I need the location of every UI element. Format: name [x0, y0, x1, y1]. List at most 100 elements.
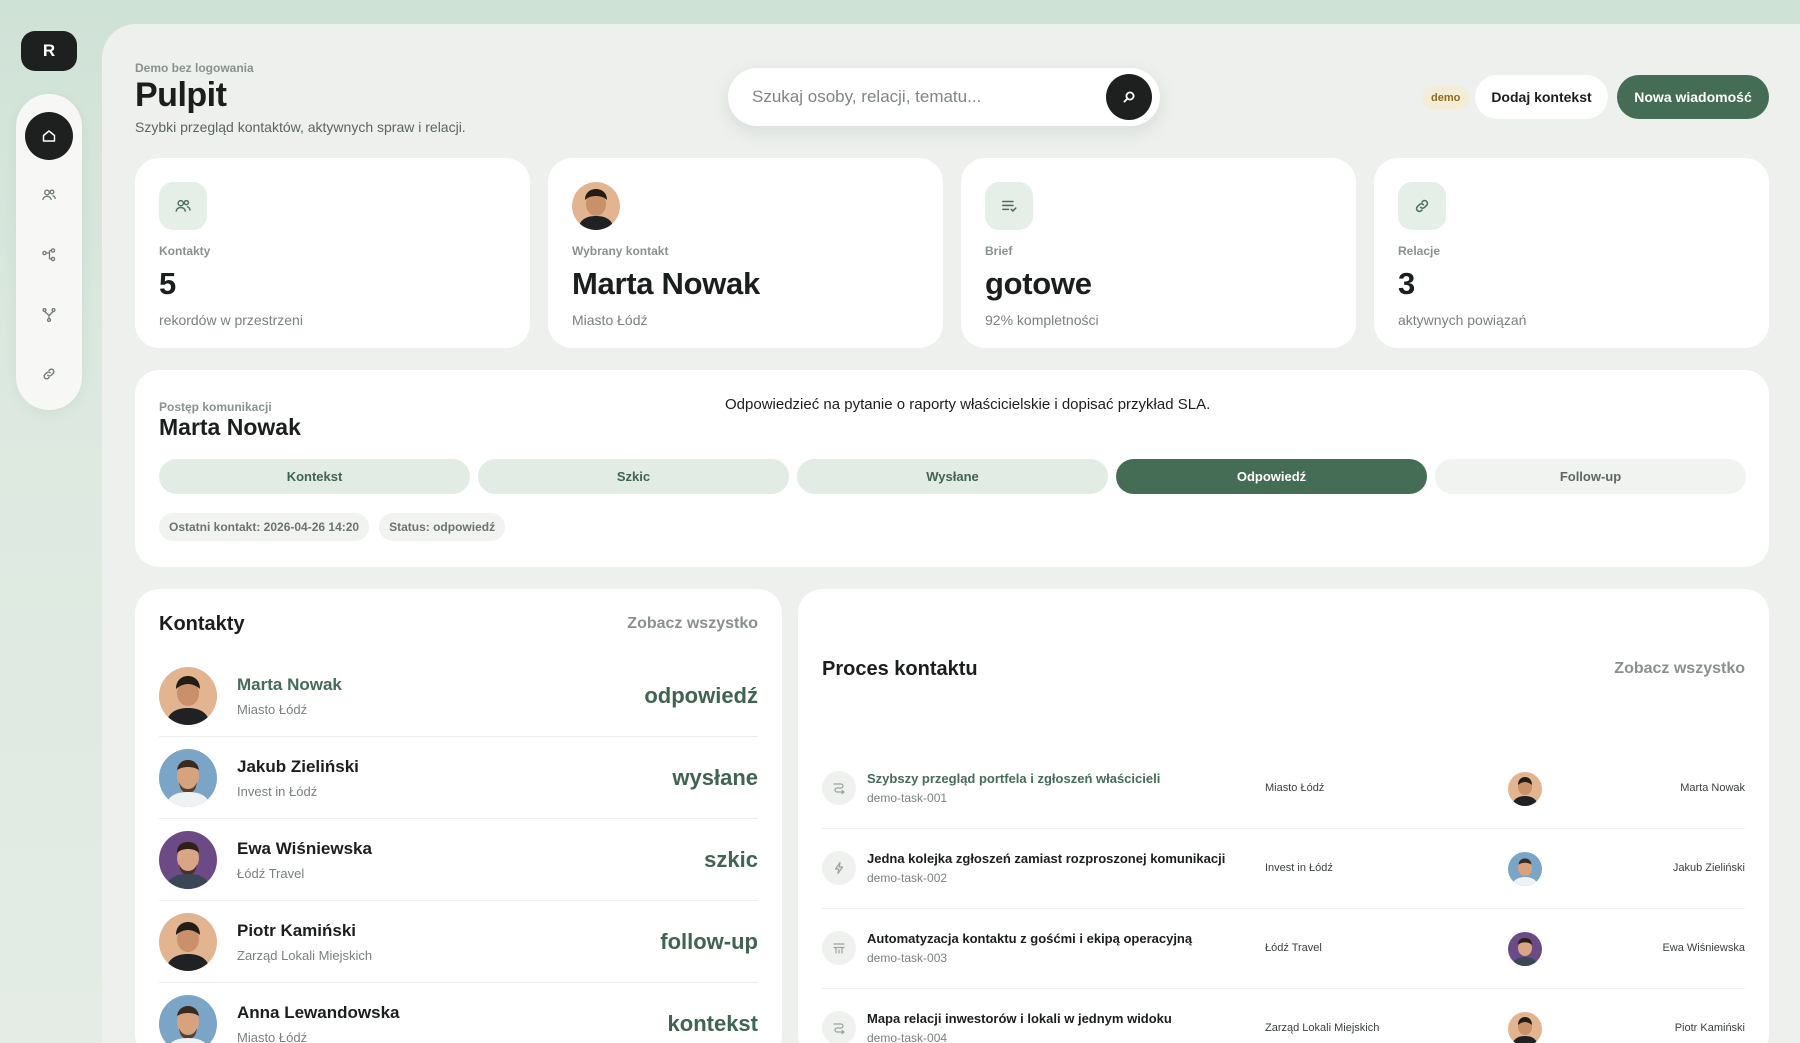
- search-bar: [728, 68, 1160, 126]
- link-icon: [1415, 199, 1429, 213]
- progress-note: Odpowiedzieć na pytanie o raporty właści…: [725, 396, 1211, 413]
- nav-pipeline[interactable]: [25, 291, 73, 339]
- step-draft[interactable]: Szkic: [478, 459, 789, 494]
- step-sent[interactable]: Wysłane: [797, 459, 1108, 494]
- demo-badge: demo: [1422, 86, 1470, 110]
- search-icon: [1123, 91, 1135, 103]
- kpi-subtitle: aktywnych powiązań: [1398, 312, 1527, 328]
- contact-status: wysłane: [672, 764, 758, 790]
- sidebar-nav: [16, 94, 82, 410]
- contact-row[interactable]: Marta Nowak Miasto Łódź odpowiedź: [159, 655, 758, 737]
- process-icon: [822, 931, 856, 965]
- process-person: Ewa Wiśniewska: [1662, 942, 1745, 954]
- step-context[interactable]: Kontekst: [159, 459, 470, 494]
- status-chip: Status: odpowiedź: [379, 513, 506, 541]
- table-row[interactable]: Mapa relacji inwestorów i lokali w jedny…: [822, 989, 1745, 1043]
- kpi-label: Kontakty: [159, 244, 211, 258]
- kpi-card-relations[interactable]: Relacje 3 aktywnych powiązań: [1374, 158, 1769, 348]
- avatar: [572, 182, 620, 230]
- table-row[interactable]: Jedna kolejka zgłoszeń zamiast rozproszo…: [822, 829, 1745, 909]
- avatar: [1508, 1012, 1542, 1043]
- process-task-id: demo-task-001: [867, 791, 948, 805]
- kpi-card-brief[interactable]: Brief gotowe 92% kompletności: [961, 158, 1356, 348]
- kpi-card-selected-contact[interactable]: Wybrany kontakt Marta Nowak Miasto Łódź: [548, 158, 943, 348]
- step-follow-up[interactable]: Follow-up: [1435, 459, 1746, 494]
- kpi-value: 5: [159, 266, 176, 301]
- table-row[interactable]: Szybszy przegląd portfela i zgłoszeń wła…: [822, 749, 1745, 829]
- contact-org: Miasto Łódź: [237, 1029, 308, 1043]
- nav-contacts[interactable]: [25, 172, 73, 220]
- nav-home[interactable]: [25, 112, 73, 160]
- contact-name: Jakub Zieliński: [237, 756, 359, 776]
- contact-process-card: Proces kontaktu Zobacz wszystko Szybszy …: [798, 589, 1769, 1043]
- contact-list: Marta Nowak Miasto Łódź odpowiedź Jakub …: [159, 655, 758, 1043]
- process-task-id: demo-task-002: [867, 871, 948, 885]
- avatar: [159, 912, 217, 971]
- process-task-title: Jedna kolejka zgłoszeń zamiast rozproszo…: [867, 851, 1226, 866]
- avatar: [159, 666, 217, 725]
- avatar: [159, 830, 217, 889]
- process-person: Jakub Zieliński: [1672, 862, 1745, 874]
- home-icon: [42, 130, 56, 142]
- progress-eyebrow: Postęp komunikacji: [159, 400, 272, 414]
- kpi-subtitle: rekordów w przestrzeni: [159, 312, 303, 328]
- contact-row[interactable]: Jakub Zieliński Invest in Łódź wysłane: [159, 737, 758, 819]
- contact-name: Ewa Wiśniewska: [237, 838, 372, 858]
- progress-meta: Ostatni kontakt: 2026-04-26 14:20 Status…: [159, 513, 506, 541]
- share-icon: [42, 248, 56, 262]
- avatar: [1508, 772, 1542, 806]
- contact-name: Piotr Kamiński: [237, 920, 357, 940]
- avatar: [159, 994, 217, 1043]
- process-task-title: Automatyzacja kontaktu z gośćmi i ekipą …: [867, 931, 1193, 946]
- step-reply[interactable]: Odpowiedź: [1116, 459, 1427, 494]
- route-icon: [833, 1023, 845, 1035]
- contact-row[interactable]: Piotr Kamiński Zarząd Lokali Miejskich f…: [159, 901, 758, 983]
- avatar: [1508, 932, 1542, 966]
- contact-org: Zarząd Lokali Miejskich: [237, 947, 373, 963]
- process-org: Łódź Travel: [1265, 942, 1322, 954]
- add-context-button[interactable]: Dodaj kontekst: [1475, 75, 1608, 119]
- process-task-title: Mapa relacji inwestorów i lokali w jedny…: [867, 1011, 1172, 1026]
- kpi-subtitle: 92% kompletności: [985, 312, 1099, 328]
- kpi-value: gotowe: [985, 266, 1092, 301]
- new-message-button[interactable]: Nowa wiadomość: [1617, 75, 1769, 119]
- users-icon: [175, 199, 191, 212]
- page-subtitle: Szybki przegląd kontaktów, aktywnych spr…: [135, 119, 466, 135]
- merge-icon: [42, 307, 56, 322]
- kpi-card-contacts[interactable]: Kontakty 5 rekordów w przestrzeni: [135, 158, 530, 348]
- contact-org: Miasto Łódź: [237, 701, 308, 717]
- process-icon: [822, 1011, 856, 1043]
- process-see-all-link[interactable]: Zobacz wszystko: [1614, 660, 1745, 678]
- kpi-label: Brief: [985, 244, 1013, 258]
- kpi-icon: [1398, 182, 1446, 230]
- process-icon: [822, 771, 856, 805]
- link-icon: [43, 368, 55, 380]
- process-task-title: Szybszy przegląd portfela i zgłoszeń wła…: [867, 771, 1161, 786]
- contacts-card: Kontakty Zobacz wszystko Marta Nowak Mia…: [135, 589, 782, 1043]
- search-button[interactable]: [1106, 74, 1152, 120]
- process-task-id: demo-task-004: [867, 1031, 948, 1043]
- contact-row[interactable]: Ewa Wiśniewska Łódź Travel szkic: [159, 819, 758, 901]
- table-row[interactable]: Automatyzacja kontaktu z gośćmi i ekipą …: [822, 909, 1745, 989]
- nav-relations[interactable]: [25, 231, 73, 279]
- contacts-title: Kontakty: [159, 613, 245, 635]
- contacts-see-all-link[interactable]: Zobacz wszystko: [627, 615, 758, 633]
- process-org: Miasto Łódź: [1265, 782, 1325, 794]
- process-person: Marta Nowak: [1680, 782, 1745, 794]
- users-icon: [42, 189, 56, 201]
- kpi-icon: [985, 182, 1033, 230]
- contact-status: odpowiedź: [644, 682, 758, 708]
- contact-status: follow-up: [660, 928, 758, 954]
- list-check-icon: [1002, 200, 1017, 213]
- contact-org: Łódź Travel: [237, 865, 305, 881]
- contact-row[interactable]: Anna Lewandowska Miasto Łódź kontekst: [159, 983, 758, 1043]
- avatar: [159, 748, 217, 807]
- nav-links[interactable]: [25, 350, 73, 398]
- kpi-label: Wybrany kontakt: [572, 244, 669, 258]
- search-input[interactable]: [752, 87, 1092, 107]
- process-icon: [822, 851, 856, 885]
- app-logo[interactable]: R: [21, 31, 77, 71]
- progress-steps: Kontekst Szkic Wysłane Odpowiedź Follow-…: [159, 459, 1746, 494]
- process-person: Piotr Kamiński: [1674, 1022, 1745, 1034]
- page-eyebrow: Demo bez logowania: [135, 61, 254, 75]
